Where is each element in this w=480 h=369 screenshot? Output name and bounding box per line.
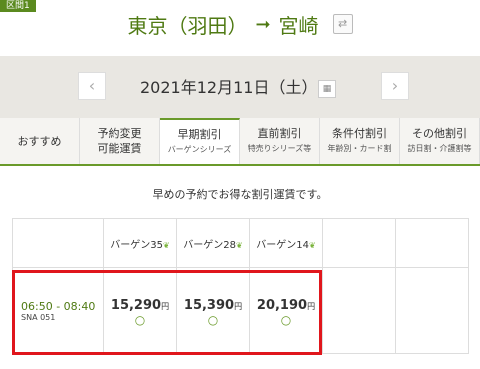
route-arrow-icon: ➞: [255, 13, 271, 35]
tab-label: その他割引: [412, 127, 467, 140]
fare-header-row: バーゲン35❦ バーゲン28❦ バーゲン14❦: [12, 218, 469, 268]
date-bar: ‹ 2021年12月11日（土） ›: [0, 56, 480, 118]
tab-changeable[interactable]: 予約変更 可能運賃: [80, 118, 160, 164]
availability-icon: ○: [280, 313, 292, 327]
destination-label: 宮崎: [278, 13, 319, 38]
availability-icon: ○: [134, 313, 146, 327]
fare-tabs: おすすめ 予約変更 可能運賃 早期割引 バーゲンシリーズ 直前割引 特売りシリー…: [0, 118, 480, 166]
calendar-button[interactable]: ▦: [318, 80, 336, 98]
tab-conditional[interactable]: 条件付割引 年齢別・カード割: [320, 118, 400, 164]
fare-table: バーゲン35❦ バーゲン28❦ バーゲン14❦ 06:50 - 08:40 SN…: [12, 218, 469, 354]
leaf-icon: ❦: [309, 240, 316, 250]
tab-label: 早期割引: [177, 128, 222, 141]
prev-day-button[interactable]: ‹: [78, 72, 106, 100]
tab-label: 予約変更 可能運賃: [97, 127, 142, 155]
tab-sublabel: 訪日割・介護割等: [407, 144, 472, 153]
origin-label: 東京（羽田）: [127, 13, 248, 38]
next-day-button[interactable]: ›: [381, 72, 409, 100]
flight-code: SNA 051: [21, 312, 56, 322]
leaf-icon: ❦: [163, 240, 170, 250]
availability-icon: ○: [207, 313, 219, 327]
empty-cell: [395, 267, 469, 354]
fare-type-header: バーゲン28❦: [176, 218, 250, 268]
flight-time: 06:50 - 08:40: [21, 299, 96, 313]
fare-description: 早めの予約でお得な割引運賃です。: [152, 188, 328, 201]
tab-sublabel: 特売りシリーズ等: [247, 144, 312, 153]
header-empty-cell: [12, 218, 104, 268]
fare-price: 15,290: [110, 298, 162, 313]
fare-type-header: バーゲン35❦: [103, 218, 177, 268]
tab-sublabel: 年齢別・カード割: [327, 144, 392, 153]
fare-cell[interactable]: 15,290円 ○: [103, 267, 177, 354]
empty-cell: [322, 267, 396, 354]
tab-sublabel: バーゲンシリーズ: [167, 145, 232, 154]
tab-recommended[interactable]: おすすめ: [0, 118, 80, 164]
fare-price: 20,190: [256, 298, 308, 313]
empty-cell: [395, 218, 469, 268]
swap-route-button[interactable]: ⇄: [332, 14, 353, 34]
route-header: 東京（羽田） ➞ 宮崎 ⇄: [0, 6, 480, 42]
fare-price: 15,390: [183, 298, 235, 313]
tab-label: 直前割引: [257, 127, 302, 140]
leaf-icon: ❦: [236, 240, 243, 250]
tab-early-discount[interactable]: 早期割引 バーゲンシリーズ: [160, 118, 240, 164]
selected-date: 2021年12月11日（土）: [140, 78, 318, 97]
fare-cell[interactable]: 15,390円 ○: [176, 267, 250, 354]
tab-last-minute[interactable]: 直前割引 特売りシリーズ等: [240, 118, 320, 164]
calendar-icon: ▦: [318, 80, 336, 98]
fare-type-header: バーゲン14❦: [249, 218, 323, 268]
flight-row: 06:50 - 08:40 SNA 051 15,290円 ○ 15,390円 …: [12, 267, 469, 354]
flight-time-cell: 06:50 - 08:40 SNA 051: [12, 267, 104, 354]
tab-label: 条件付割引: [332, 127, 387, 140]
empty-cell: [322, 218, 396, 268]
fare-cell[interactable]: 20,190円 ○: [249, 267, 323, 354]
tab-other[interactable]: その他割引 訪日割・介護割等: [400, 118, 480, 164]
tab-label: おすすめ: [17, 134, 62, 148]
